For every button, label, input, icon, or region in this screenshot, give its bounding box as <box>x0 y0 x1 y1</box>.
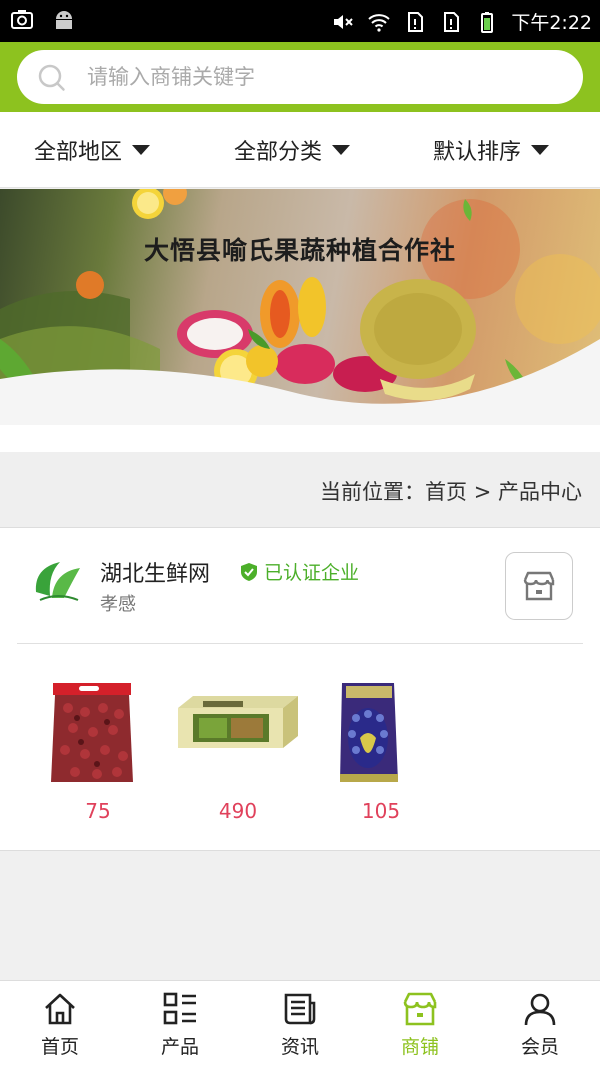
sim-icon <box>408 11 424 32</box>
wifi-icon <box>368 13 390 32</box>
screenshot-icon <box>11 10 33 29</box>
tab-home[interactable]: 首页 <box>0 981 120 1067</box>
category-filter-label: 全部分类 <box>234 140 323 165</box>
rice-bag-image <box>340 683 398 782</box>
verified-label: 已认证企业 <box>264 562 360 584</box>
caret-down-icon <box>332 145 351 155</box>
search-box[interactable] <box>17 50 583 104</box>
news-icon <box>284 993 316 1025</box>
tab-label: 会员 <box>520 1036 559 1058</box>
sort-filter[interactable]: 默认排序 <box>433 112 550 188</box>
sim-icon <box>444 11 460 32</box>
shop-logo <box>30 556 86 612</box>
search-bar <box>0 42 600 112</box>
product-item[interactable]: 75 <box>33 678 163 828</box>
product-price: 490 <box>218 799 258 823</box>
status-bar: 下午2:22 <box>0 0 600 42</box>
mute-icon <box>334 14 354 29</box>
verified-shield-icon <box>241 562 257 581</box>
breadcrumb: 当前位置：首页 > 产品中心 <box>0 452 600 528</box>
sort-filter-label: 默认排序 <box>433 140 522 165</box>
tab-products[interactable]: 产品 <box>120 981 240 1067</box>
verified-badge: 已认证企业 <box>240 558 359 585</box>
region-filter-label: 全部地区 <box>34 140 123 165</box>
category-filter[interactable]: 全部分类 <box>234 112 351 188</box>
status-time: 下午2:22 <box>511 12 592 34</box>
tab-label: 产品 <box>160 1036 199 1058</box>
search-input[interactable] <box>87 60 567 94</box>
product-item[interactable]: 105 <box>316 678 446 828</box>
product-item[interactable]: 490 <box>173 678 303 828</box>
store-icon <box>523 571 555 601</box>
user-icon <box>524 993 556 1026</box>
home-icon <box>45 993 75 1025</box>
filter-bar: 全部地区 全部分类 默认排序 <box>0 112 600 188</box>
region-filter[interactable]: 全部地区 <box>34 112 151 188</box>
shop-card[interactable]: 湖北生鲜网 已认证企业 孝感 75 490 105 <box>0 528 600 851</box>
product-price: 75 <box>85 799 111 823</box>
grid-list-icon <box>163 992 196 1025</box>
banner-title: 大悟县喻氏果蔬种植合作社 <box>143 236 456 265</box>
spacer <box>0 425 600 452</box>
tab-member[interactable]: 会员 <box>480 981 600 1067</box>
bottom-tab-bar: 首页 产品 资讯 商铺 会员 <box>0 980 600 1067</box>
red-dates-bag-image <box>51 683 133 782</box>
product-price: 105 <box>361 799 401 823</box>
shop-banner[interactable]: 大悟县喻氏果蔬种植合作社 <box>0 189 600 425</box>
android-icon <box>56 11 72 29</box>
enter-store-button[interactable] <box>505 552 573 620</box>
tab-label: 资讯 <box>280 1036 319 1058</box>
gift-box-image <box>178 696 298 748</box>
caret-down-icon <box>132 145 151 155</box>
tab-stores[interactable]: 商铺 <box>360 981 480 1067</box>
shop-city: 孝感 <box>100 594 136 615</box>
battery-icon <box>481 11 494 33</box>
divider <box>17 643 583 644</box>
store-icon <box>403 992 437 1026</box>
tab-label: 首页 <box>40 1036 79 1058</box>
tab-news[interactable]: 资讯 <box>240 981 360 1067</box>
tab-label: 商铺 <box>400 1036 439 1058</box>
shop-name[interactable]: 湖北生鲜网 <box>100 556 210 588</box>
fruit-banner-image <box>0 189 600 425</box>
search-icon <box>38 64 65 91</box>
breadcrumb-text: 当前位置：首页 > 产品中心 <box>320 480 582 504</box>
caret-down-icon <box>531 145 550 155</box>
